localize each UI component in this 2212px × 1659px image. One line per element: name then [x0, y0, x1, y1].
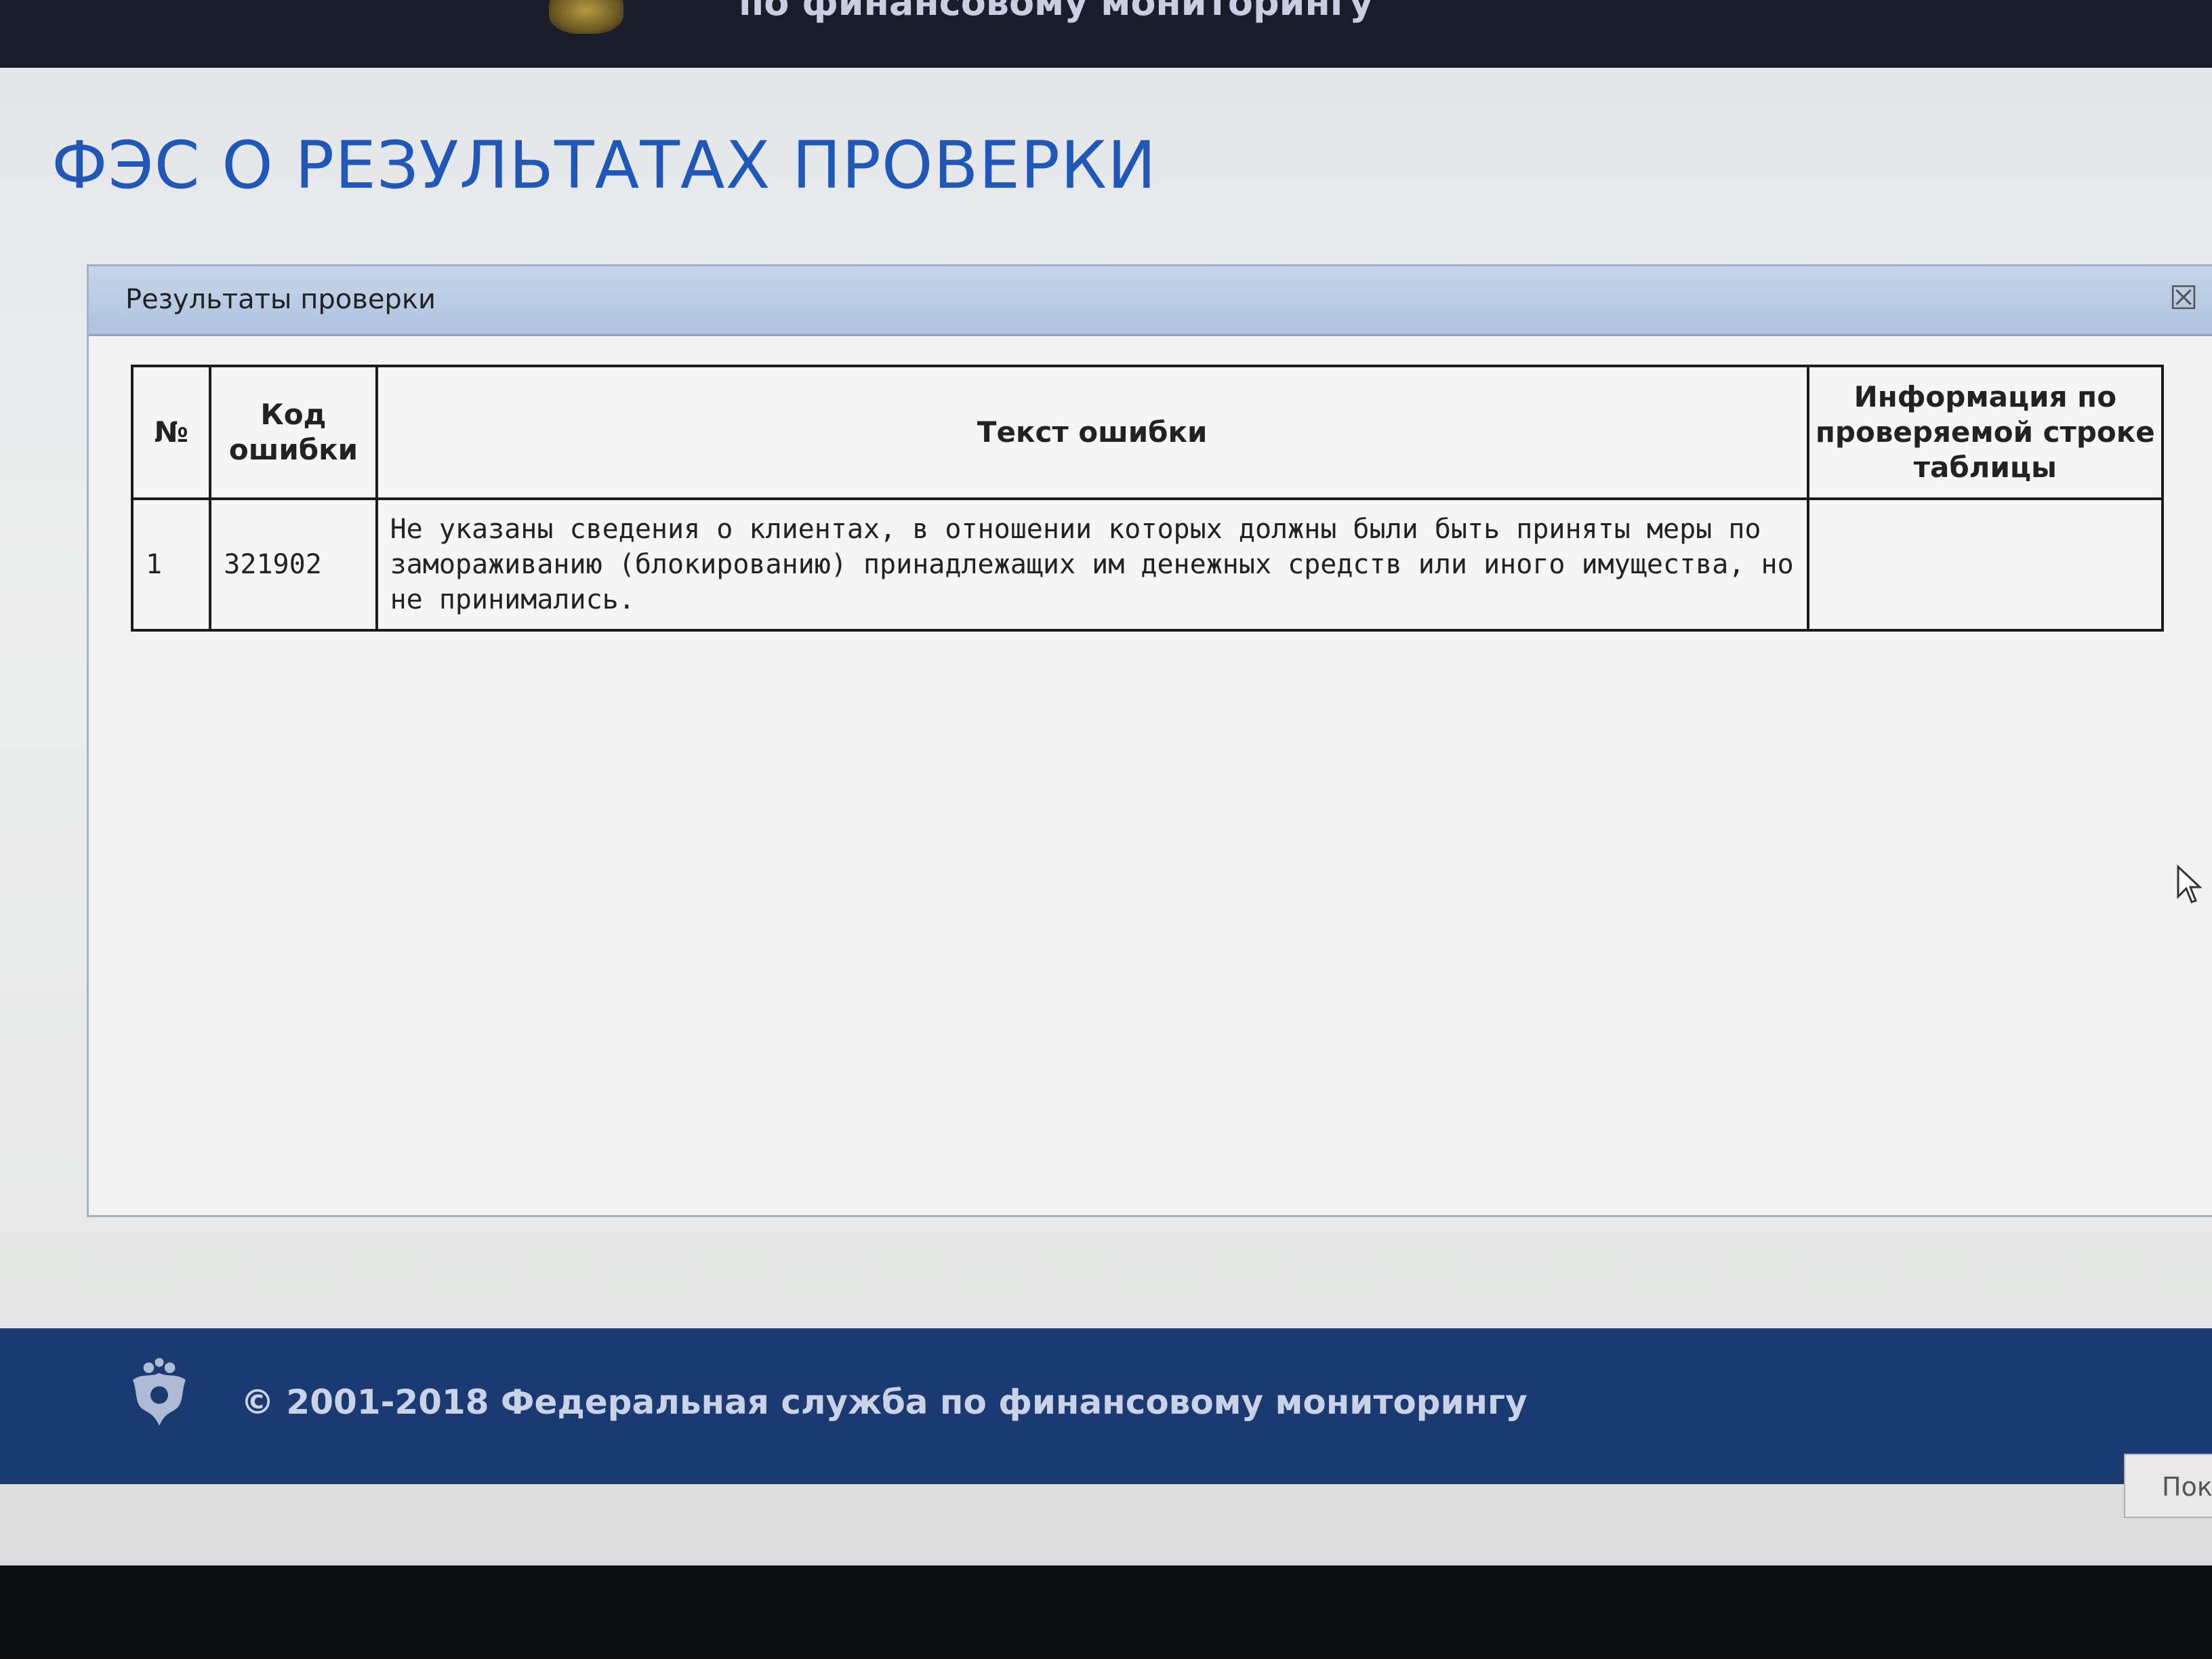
dialog-title: Результаты проверки	[125, 284, 436, 315]
double-headed-eagle-icon	[133, 1357, 186, 1426]
results-dialog: Результаты проверки ☒ № Код ошибки Текст…	[87, 264, 2212, 1217]
bottom-button[interactable]: Пок	[2124, 1454, 2212, 1518]
bottom-strip	[0, 1484, 2212, 1565]
header-error-text: Текст ошибки	[375, 365, 1809, 500]
cell-num: 1	[130, 497, 212, 632]
cell-error-code: 321902	[209, 497, 378, 632]
header-error-code: Код ошибки	[209, 365, 378, 500]
site-header: по финансовому мониторингу	[0, 0, 2212, 68]
cell-row-info	[1806, 497, 2165, 632]
service-name: по финансовому мониторингу	[739, 0, 1374, 24]
results-table: № Код ошибки Текст ошибки Информация по …	[130, 365, 2165, 632]
table-row: 1 321902 Не указаны сведения о клиентах,…	[130, 497, 2165, 632]
page-content: ФЭС О РЕЗУЛЬТАТАХ ПРОВЕРКИ Результаты пр…	[0, 68, 2212, 1328]
site-footer: © 2001-2018 Федеральная служба по финанс…	[0, 1328, 2212, 1484]
emblem-icon	[549, 0, 623, 34]
table-header-row: № Код ошибки Текст ошибки Информация по …	[130, 365, 2165, 500]
cell-error-text: Не указаны сведения о клиентах, в отноше…	[375, 497, 1809, 632]
dialog-titlebar[interactable]: Результаты проверки ☒	[89, 266, 2212, 336]
close-icon[interactable]: ☒	[2167, 281, 2200, 315]
header-num: №	[130, 365, 212, 500]
page-title: ФЭС О РЕЗУЛЬТАТАХ ПРОВЕРКИ	[52, 127, 1157, 203]
header-row-info: Информация по проверяемой строке таблицы	[1806, 365, 2165, 500]
mouse-cursor-icon	[2177, 864, 2203, 903]
footer-copyright: © 2001-2018 Федеральная служба по финанс…	[241, 1382, 1528, 1422]
